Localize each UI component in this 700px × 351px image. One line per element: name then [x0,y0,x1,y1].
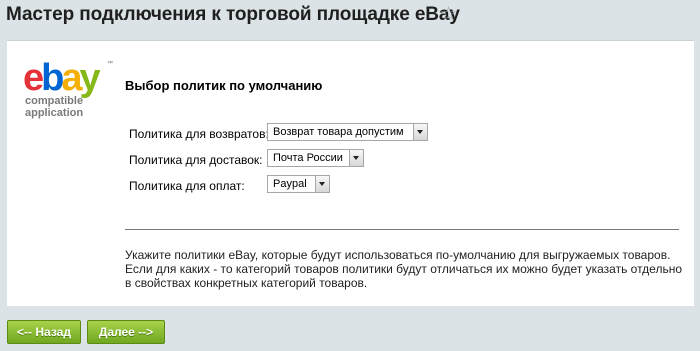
divider [125,229,679,230]
shipping-policy-label: Политика для доставок: [129,153,263,167]
shipping-policy-value: Почта России [273,152,343,164]
chevron-down-icon[interactable] [413,124,427,140]
ebay-logo-subtitle: compatible application [25,95,84,119]
returns-policy-label: Политика для возвратов: [129,127,269,141]
page-title: Мастер подключения к торговой площадке e… [6,4,460,25]
ebay-logo-wordmark: ebay [23,57,101,99]
payment-policy-select[interactable]: Paypal [267,175,330,193]
chevron-down-icon[interactable] [349,150,363,166]
ebay-logo-tm: ™ [107,61,113,67]
ebay-logo: ebay ™ compatible application [23,59,113,119]
help-text: Укажите политики eBay, которые будут исп… [125,248,683,290]
returns-policy-value: Возврат товара допустим [273,126,404,138]
back-button[interactable]: <-- Назад [7,320,81,344]
wizard-panel: ebay ™ compatible application Выбор поли… [7,40,694,306]
section-title: Выбор политик по умолчанию [125,78,323,93]
next-button[interactable]: Далее --> [87,320,165,344]
star-icon[interactable]: ☆ [440,3,457,26]
payment-policy-label: Политика для оплат: [129,179,245,193]
returns-policy-select[interactable]: Возврат товара допустим [267,123,428,141]
payment-policy-value: Paypal [273,178,307,190]
chevron-down-icon[interactable] [315,176,329,192]
shipping-policy-select[interactable]: Почта России [267,149,364,167]
